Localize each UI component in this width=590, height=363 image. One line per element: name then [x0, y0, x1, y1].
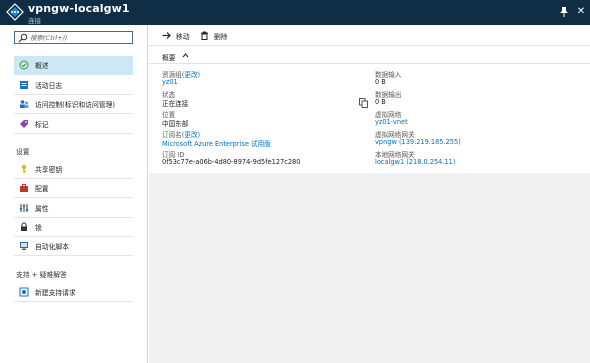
essentials-header[interactable]: 概要 [149, 48, 590, 64]
resource-group-change-link[interactable]: (更改) [182, 71, 200, 79]
config-icon [20, 184, 28, 192]
chevron-up-icon [182, 53, 189, 58]
connection-icon [6, 3, 24, 21]
tag-icon [20, 120, 28, 128]
search-box[interactable] [14, 31, 133, 44]
sidebar-item-label: 新建支持请求 [35, 289, 76, 297]
vnet-value[interactable]: yz01-vnet [375, 118, 408, 126]
main-content: 移动 删除 概要 资源组(更改) yz01 状态 正在连接 位置 中国东部 订阅… [149, 25, 590, 363]
search-input[interactable] [30, 32, 130, 43]
sidebar-item-tags[interactable]: 标记 [14, 115, 133, 134]
title-bar: vpngw-localgw1 连接 ✕ [0, 0, 590, 25]
sidebar-item-label: 访问控制(标识和访问管理) [35, 101, 116, 109]
sidebar-item-label: 标记 [35, 121, 49, 129]
data-in-value: 0 B [375, 78, 386, 86]
sidebar-item-label: 属性 [35, 205, 49, 213]
move-button[interactable]: 移动 [162, 30, 190, 41]
subscription-value[interactable]: Microsoft Azure Enterprise 试用版 [162, 138, 271, 148]
sidebar-item-properties[interactable]: 属性 [14, 199, 133, 218]
automation-icon [20, 242, 28, 250]
sidebar-item-label: 自动化脚本 [35, 243, 69, 251]
sidebar-item-label: 共享密钥 [35, 166, 63, 174]
sidebar-item-label: 活动日志 [35, 82, 63, 90]
sidebar-item-overview[interactable]: 概述 [14, 56, 133, 75]
close-icon[interactable]: ✕ [575, 5, 587, 19]
sidebar-item-configuration[interactable]: 配置 [14, 179, 133, 198]
toolbar: 移动 删除 [149, 25, 590, 46]
main-body-background [149, 173, 590, 363]
arrow-right-icon [162, 32, 171, 39]
sidebar: 概述 活动日志 访问控制(标识和访问管理) 标记 设置 共享密钥 [0, 25, 148, 363]
sidebar-item-label: 概述 [35, 62, 49, 70]
trash-icon [201, 31, 208, 40]
sidebar-item-access-control[interactable]: 访问控制(标识和访问管理) [14, 95, 133, 114]
key-icon [21, 164, 27, 173]
sidebar-item-automation-script[interactable]: 自动化脚本 [14, 237, 133, 256]
essentials-panel: 移动 删除 概要 资源组(更改) yz01 状态 正在连接 位置 中国东部 订阅… [149, 25, 590, 363]
location-value: 中国东部 [162, 120, 189, 128]
delete-button[interactable]: 删除 [200, 30, 228, 41]
sidebar-item-new-support-request[interactable]: 新建支持请求 [14, 283, 133, 302]
support-section-header: 支持 + 疑难解答 [16, 271, 67, 279]
sidebar-item-lock[interactable]: 锁 [14, 218, 133, 237]
essentials-title: 概要 [162, 54, 176, 62]
page-title: vpngw-localgw1 [28, 2, 130, 15]
page-subtitle: 连接 [28, 17, 41, 25]
vng-value[interactable]: vpngw (139.219.185.255) [375, 138, 461, 146]
sidebar-item-activity-log[interactable]: 活动日志 [14, 76, 133, 95]
subscription-id-value: 0f53c77e-a06b-4d80-8974-9d5fe127c280 [162, 158, 301, 166]
support-icon [19, 287, 29, 297]
lock-icon [21, 222, 27, 231]
delete-button-label: 删除 [214, 32, 228, 41]
data-out-value: 0 B [375, 98, 386, 106]
move-button-label: 移动 [176, 32, 190, 41]
status-value: 正在连接 [162, 100, 189, 108]
copy-icon[interactable] [359, 98, 368, 108]
sidebar-item-label: 配置 [35, 185, 49, 193]
search-icon [18, 33, 28, 43]
overview-icon [19, 60, 29, 70]
properties-icon [19, 204, 29, 212]
resource-group-value[interactable]: yz01 [162, 78, 178, 86]
sidebar-item-label: 锁 [35, 224, 42, 232]
sidebar-item-shared-key[interactable]: 共享密钥 [14, 160, 133, 179]
activity-log-icon [20, 81, 28, 89]
settings-section-header: 设置 [16, 148, 30, 156]
access-control-icon [20, 100, 29, 108]
lng-value[interactable]: localgw1 (218.0.254.11) [375, 158, 455, 166]
pin-icon[interactable] [558, 5, 570, 19]
